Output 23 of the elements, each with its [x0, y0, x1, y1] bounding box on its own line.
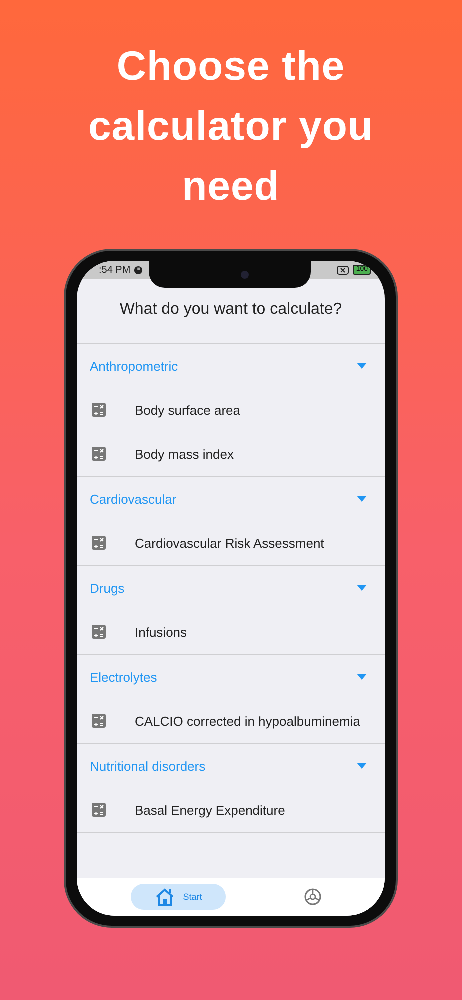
calculator-icon	[92, 536, 106, 550]
calculator-icon	[92, 803, 106, 817]
calculator-item[interactable]: Body surface area	[77, 388, 385, 432]
caret-icon	[357, 674, 367, 680]
calculator-icon	[92, 403, 106, 417]
status-time: :54 PM	[99, 264, 131, 276]
calculator-icon	[92, 447, 106, 461]
calculator-item[interactable]: Cardiovascular Risk Assessment	[77, 521, 385, 565]
calculator-icon	[92, 625, 106, 639]
caret-icon	[357, 496, 367, 502]
caret-icon	[357, 585, 367, 591]
settings-icon	[302, 887, 323, 907]
calculator-item[interactable]: Infusions	[77, 610, 385, 654]
calculator-item[interactable]: CALCIO corrected in hypoalbuminemia	[77, 699, 385, 743]
sim-icon	[337, 266, 350, 274]
caret-icon	[357, 763, 367, 769]
calculator-item[interactable]: Basal Energy Expenditure	[77, 788, 385, 832]
calculator-icon	[92, 714, 106, 728]
status-icon	[134, 266, 143, 274]
caret-icon	[357, 363, 367, 369]
headline: Choose the calculator you need	[88, 42, 374, 211]
calculator-item[interactable]: Body mass index	[77, 432, 385, 476]
home-icon	[155, 888, 176, 906]
